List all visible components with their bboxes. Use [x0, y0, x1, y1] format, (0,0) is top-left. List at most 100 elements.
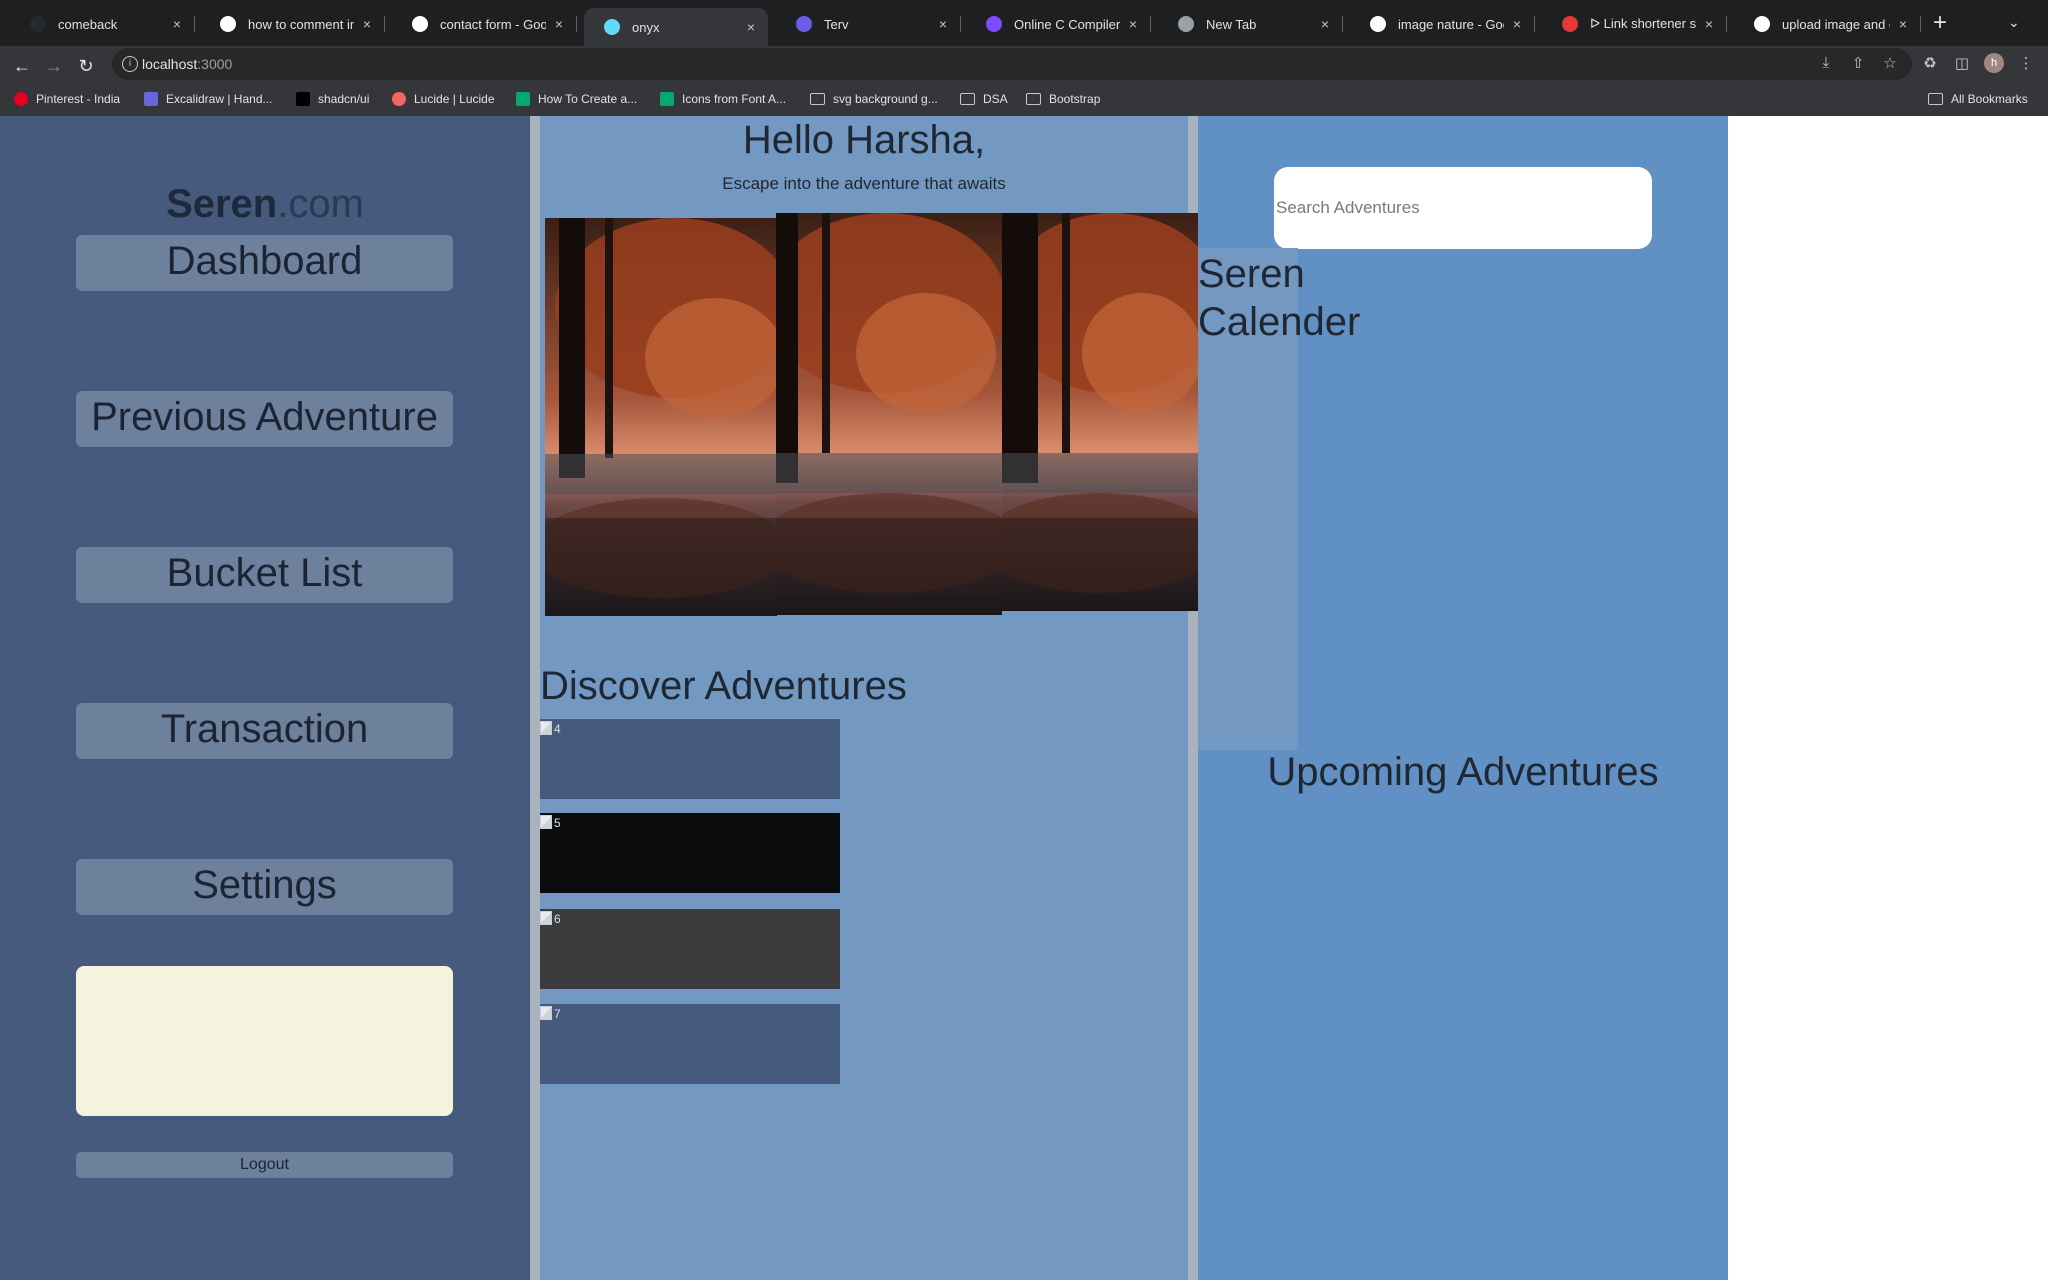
google-icon: [412, 16, 428, 32]
tab-close-icon[interactable]: ×: [744, 19, 758, 35]
browser-tab[interactable]: how to comment in re ×: [200, 8, 385, 40]
tab-close-icon[interactable]: ×: [936, 16, 950, 32]
bookmark-item[interactable]: Excalidraw | Hand...: [144, 92, 273, 106]
calendar-title: Seren Calender: [1198, 252, 1361, 344]
broken-image-icon: [540, 911, 552, 925]
site-info-icon[interactable]: i: [122, 56, 138, 72]
image-alt-text: 4: [554, 722, 561, 736]
bookmarks-bar: Pinterest - India Excalidraw | Hand... sha…: [0, 86, 2048, 116]
sidebar-item-settings[interactable]: Settings: [76, 859, 453, 915]
bookmark-star-icon[interactable]: ☆: [1880, 54, 1900, 72]
tab-close-icon[interactable]: ×: [1510, 16, 1524, 32]
bookmark-label: Lucide | Lucide: [414, 92, 495, 106]
tab-label: image nature - Googl: [1398, 16, 1504, 32]
profile-avatar[interactable]: h: [1984, 53, 2004, 73]
compiler-icon: [986, 16, 1002, 32]
browser-tab[interactable]: contact form - Googl ×: [392, 8, 577, 40]
bookmark-label: Bootstrap: [1049, 92, 1101, 106]
bookmark-item[interactable]: Lucide | Lucide: [392, 92, 495, 106]
tab-label: Terv: [824, 16, 849, 32]
tab-close-icon[interactable]: ×: [1702, 16, 1716, 32]
broken-image-icon: [540, 1006, 552, 1020]
tab-close-icon[interactable]: ×: [360, 16, 374, 32]
browser-tab[interactable]: upload image and ge ×: [1734, 8, 1921, 40]
discover-adventures-heading: Discover Adventures: [540, 664, 907, 708]
tab-separator: [1342, 16, 1343, 32]
bookmark-item[interactable]: DSA: [960, 92, 1008, 106]
bookmark-item[interactable]: Icons from Font A...: [660, 92, 786, 106]
adventure-card[interactable]: 7: [540, 1004, 840, 1084]
lucide-icon: [392, 92, 406, 106]
tab-close-icon[interactable]: ×: [170, 16, 184, 32]
autumn-lake-image: [776, 213, 1002, 615]
hero-photo-2: [776, 213, 1002, 615]
search-input[interactable]: [1274, 167, 1652, 249]
tab-separator: [1920, 16, 1921, 32]
bookmark-item[interactable]: svg background g...: [810, 92, 938, 106]
github-icon: [30, 16, 46, 32]
brand-logo: Seren.com: [0, 182, 530, 227]
tab-close-icon[interactable]: ×: [552, 16, 566, 32]
bookmark-label: Pinterest - India: [36, 92, 121, 106]
tab-label: New Tab: [1206, 16, 1257, 32]
bookmark-label: DSA: [983, 92, 1008, 106]
autumn-lake-image: [1002, 213, 1198, 611]
browser-tab[interactable]: onyx ×: [584, 8, 768, 46]
browser-tab[interactable]: comeback ×: [10, 8, 195, 40]
browser-tab[interactable]: Online C Compiler ×: [966, 8, 1151, 40]
tab-close-icon[interactable]: ×: [1318, 16, 1332, 32]
tab-close-icon[interactable]: ×: [1126, 16, 1140, 32]
extensions-puzzle-icon[interactable]: ♻: [1920, 54, 1940, 72]
tab-search-chevron-icon[interactable]: ⌄: [2008, 14, 2020, 31]
tab-separator: [1534, 16, 1535, 32]
image-alt-text: 5: [554, 816, 561, 830]
tab-separator: [960, 16, 961, 32]
address-bar[interactable]: i localhost:3000 ⤓ ⇧ ☆: [112, 48, 1912, 80]
link-icon: [1562, 16, 1578, 32]
folder-icon: [1928, 93, 1943, 105]
sidebar-item-transaction[interactable]: Transaction: [76, 703, 453, 759]
address-url[interactable]: localhost:3000: [142, 56, 232, 72]
tab-close-icon[interactable]: ×: [1896, 16, 1910, 32]
folder-icon: [960, 93, 975, 105]
excalidraw-icon: [144, 92, 158, 106]
bookmark-label: svg background g...: [833, 92, 938, 106]
new-tab-button[interactable]: +: [1928, 11, 1952, 36]
reload-icon[interactable]: ↻: [72, 52, 100, 80]
browser-tab[interactable]: Terv ×: [776, 8, 961, 40]
sidebar-item-previous-adventure[interactable]: Previous Adventure: [76, 391, 453, 447]
sidebar-item-dashboard[interactable]: Dashboard: [76, 235, 453, 291]
sidebar-item-bucket-list[interactable]: Bucket List: [76, 547, 453, 603]
adventure-card[interactable]: 4: [540, 719, 840, 799]
browser-tab-strip: comeback×how to comment in re×contact fo…: [0, 0, 2048, 46]
bookmark-item[interactable]: shadcn/ui: [296, 92, 369, 106]
back-arrow-icon[interactable]: ←: [8, 52, 36, 80]
bookmark-item[interactable]: How To Create a...: [516, 92, 637, 106]
all-bookmarks-button[interactable]: All Bookmarks: [1928, 92, 2028, 106]
tab-label: contact form - Googl: [440, 16, 546, 32]
browser-tab[interactable]: image nature - Googl ×: [1350, 8, 1535, 40]
brand-domain: .com: [277, 182, 364, 226]
hero-photo-1: [545, 218, 777, 616]
logout-button[interactable]: Logout: [76, 1152, 453, 1178]
forward-arrow-icon[interactable]: →: [40, 52, 68, 80]
folder-icon: [810, 93, 825, 105]
all-bookmarks-label: All Bookmarks: [1951, 92, 2028, 106]
brand-name: Seren: [166, 182, 278, 226]
bookmark-item[interactable]: Pinterest - India: [14, 92, 120, 106]
browser-menu-icon[interactable]: ⋮: [2016, 54, 2036, 72]
install-app-icon[interactable]: ⤓: [1816, 54, 1836, 71]
share-icon[interactable]: ⇧: [1848, 54, 1868, 72]
tab-label: comeback: [58, 16, 118, 32]
sidebar-info-card: [76, 966, 453, 1116]
tab-separator: [576, 16, 577, 32]
react-icon: [604, 19, 620, 35]
browser-tab[interactable]: New Tab ×: [1158, 8, 1343, 40]
browser-tab[interactable]: ᐅ Link shortener serv ×: [1542, 8, 1727, 40]
broken-image: 5: [540, 815, 561, 830]
adventure-card[interactable]: 6: [540, 909, 840, 989]
side-panel-icon[interactable]: ◫: [1952, 54, 1972, 72]
bookmark-item[interactable]: Bootstrap: [1026, 92, 1100, 106]
broken-image: 6: [540, 911, 561, 926]
adventure-card[interactable]: 5: [540, 813, 840, 893]
